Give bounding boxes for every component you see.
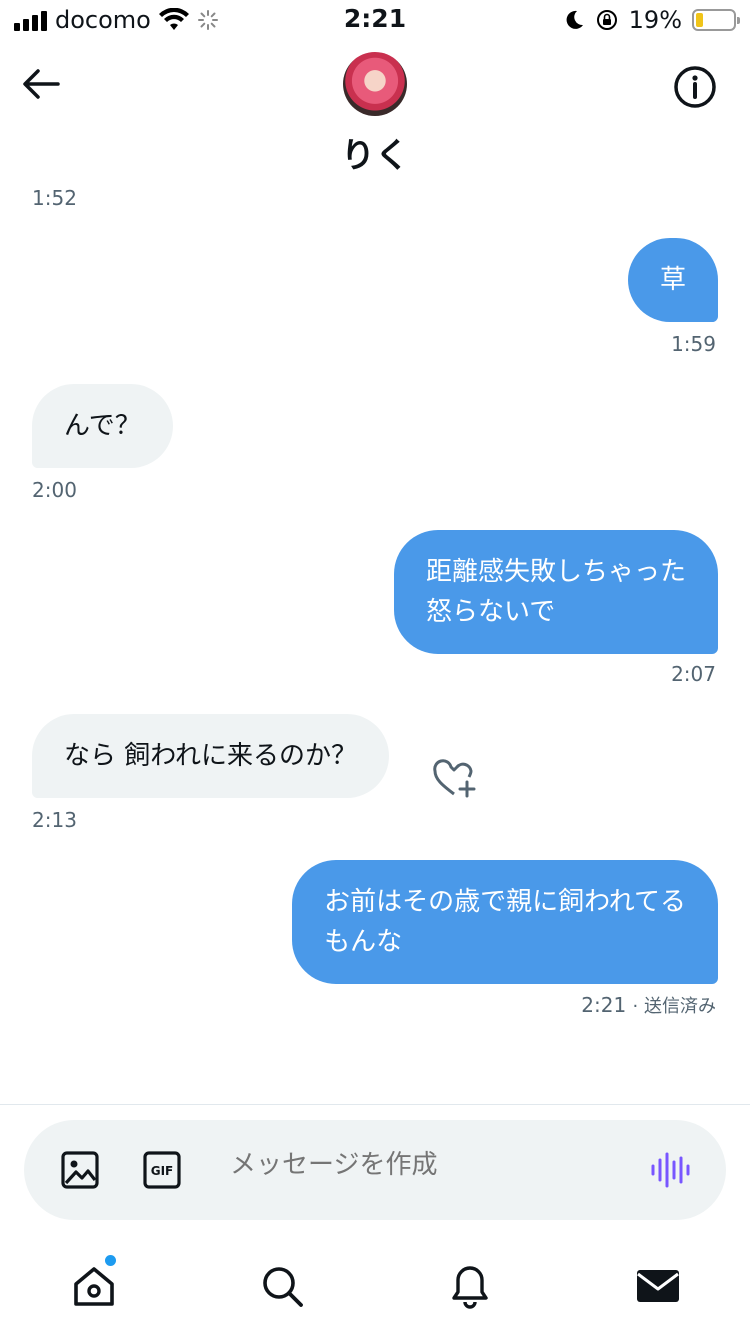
image-icon[interactable]	[60, 1150, 100, 1190]
svg-text:GIF: GIF	[151, 1164, 174, 1178]
search-icon[interactable]	[258, 1262, 306, 1310]
message-text: もんな	[324, 927, 403, 957]
message-list: 1:52 草 1:59 んで？ 2:00 距離感失敗しちゃった 怒らないで 2:…	[0, 180, 750, 1100]
divider	[0, 1104, 750, 1105]
message-time: 2:13	[32, 808, 77, 832]
message-text: お前はその歳で親に飼われてる	[324, 887, 686, 917]
message-time: 1:52	[32, 186, 77, 210]
message-input[interactable]	[230, 1150, 630, 1180]
rotation-lock-icon	[596, 10, 617, 30]
message-bubble-outgoing[interactable]: 距離感失敗しちゃった 怒らないで	[393, 530, 718, 654]
heart-plus-icon[interactable]	[432, 758, 478, 800]
message-bubble-outgoing[interactable]: 草	[627, 238, 718, 322]
message-text: 怒らないで	[425, 597, 556, 627]
voice-wave-icon[interactable]	[650, 1150, 690, 1190]
conversation-header: りく	[0, 40, 750, 188]
conversation-name[interactable]: りく	[0, 128, 750, 177]
message-bubble-incoming[interactable]: なら 飼われに来るのか？	[32, 714, 389, 798]
notification-dot	[105, 1255, 116, 1266]
avatar[interactable]	[343, 52, 407, 116]
gif-icon[interactable]: GIF	[142, 1150, 182, 1190]
message-bubble-incoming[interactable]: んで？	[32, 384, 173, 468]
battery-icon	[692, 9, 740, 31]
message-time: 1:59	[671, 332, 716, 356]
message-time: 2:21	[581, 993, 627, 1017]
message-time: 2:00	[32, 478, 77, 502]
bottom-tab-bar	[0, 1250, 750, 1334]
moon-icon	[566, 10, 583, 29]
message-bubble-outgoing[interactable]: お前はその歳で親に飼われてる もんな	[292, 860, 718, 984]
message-time: 2:07	[671, 662, 716, 686]
message-status-row: 2:21 · 送信済み	[581, 992, 716, 1018]
message-composer[interactable]: GIF	[24, 1120, 726, 1220]
message-text: 草	[659, 265, 686, 295]
message-text: 距離感失敗しちゃった	[425, 557, 686, 587]
info-icon[interactable]	[672, 64, 718, 110]
status-right: 19%	[563, 6, 740, 34]
arrow-left-icon[interactable]	[18, 64, 64, 104]
battery-percent: 19%	[628, 6, 682, 34]
message-text: なら 飼われに来るのか？	[64, 741, 357, 771]
message-text: んで？	[64, 411, 141, 441]
status-bar: docomo 2:21 19%	[0, 0, 750, 40]
bell-icon[interactable]	[446, 1262, 494, 1310]
home-icon[interactable]	[70, 1262, 118, 1310]
envelope-icon[interactable]	[634, 1262, 682, 1310]
sent-status: · 送信済み	[632, 996, 716, 1017]
